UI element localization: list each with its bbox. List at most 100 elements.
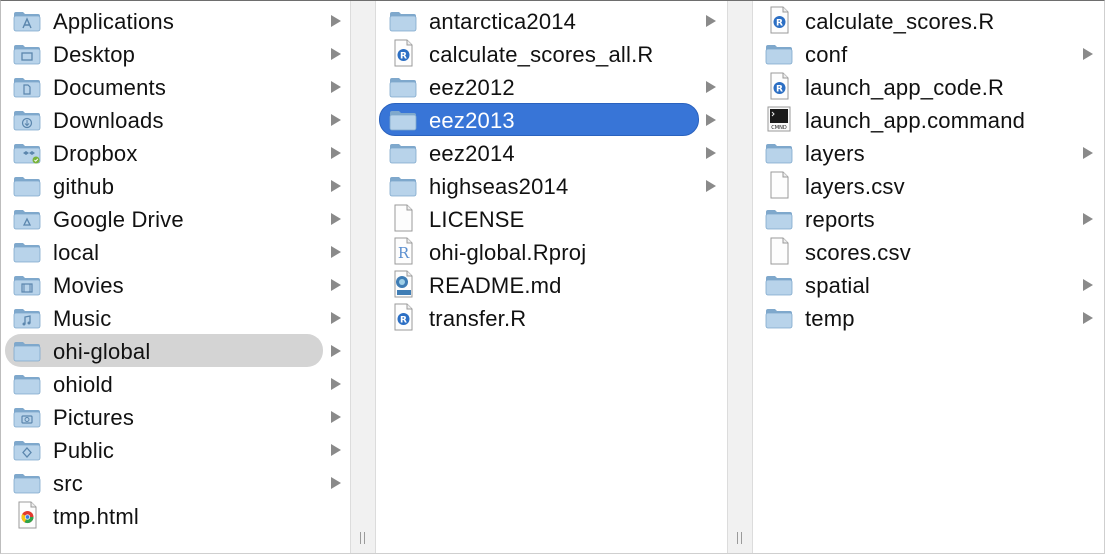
folder-item-eez2012[interactable]: eez2012 [376, 70, 727, 103]
desktop-folder-icon [13, 43, 41, 65]
item-label: ohi-global [53, 339, 151, 364]
folder-item-src[interactable]: src [1, 466, 350, 499]
disclosure-arrow-icon [331, 246, 341, 258]
item-label: launch_app.command [805, 108, 1026, 133]
folder-icon [13, 340, 41, 362]
disclosure-arrow-icon [331, 15, 341, 27]
folder-icon [13, 373, 41, 395]
item-label: src [53, 471, 83, 496]
folder-icon [13, 472, 41, 494]
dropbox-folder-icon [13, 142, 41, 164]
item-label: scores.csv [805, 240, 911, 265]
document-file-icon [765, 237, 793, 265]
terminal-command-file-icon: CMND [765, 106, 793, 132]
file-item-calculate-scores-r[interactable]: Rcalculate_scores.R [753, 4, 1104, 37]
item-label: transfer.R [429, 306, 527, 331]
svg-text:R: R [400, 52, 407, 62]
disclosure-arrow-icon [331, 279, 341, 291]
folder-icon [765, 307, 793, 329]
disclosure-arrow-icon [331, 48, 341, 60]
chrome-html-file-icon [13, 501, 41, 529]
folder-icon [765, 43, 793, 65]
grip-icon [736, 532, 744, 546]
disclosure-arrow-icon [1083, 312, 1093, 324]
item-label: temp [805, 306, 855, 331]
folder-item-downloads[interactable]: Downloads [1, 103, 350, 136]
document-file-icon [765, 171, 793, 199]
item-label: LICENSE [429, 207, 525, 232]
folder-item-temp[interactable]: temp [753, 301, 1104, 334]
file-item-ohi-global-rproj[interactable]: Rohi-global.Rproj [376, 235, 727, 268]
folder-icon [765, 208, 793, 230]
disclosure-arrow-icon [331, 81, 341, 93]
folder-item-spatial[interactable]: spatial [753, 268, 1104, 301]
folder-icon [389, 76, 417, 98]
folder-icon [765, 142, 793, 164]
folder-item-highseas2014[interactable]: highseas2014 [376, 169, 727, 202]
disclosure-arrow-icon [331, 213, 341, 225]
folder-item-conf[interactable]: conf [753, 37, 1104, 70]
r-script-file-icon: R [765, 6, 793, 34]
disclosure-arrow-icon [706, 180, 716, 192]
folder-item-music[interactable]: Music [1, 301, 350, 334]
file-item-launch-app-command[interactable]: CMND launch_app.command [753, 103, 1104, 136]
disclosure-arrow-icon [331, 147, 341, 159]
item-label: eez2014 [429, 141, 515, 166]
svg-text:R: R [776, 85, 783, 95]
disclosure-arrow-icon [331, 444, 341, 456]
folder-item-reports[interactable]: reports [753, 202, 1104, 235]
folder-item-public[interactable]: Public [1, 433, 350, 466]
disclosure-arrow-icon [331, 180, 341, 192]
folder-icon [389, 10, 417, 32]
column-ohi-global[interactable]: antarctica2014 Rcalculate_scores_all.R eez… [376, 1, 727, 553]
file-item-license[interactable]: LICENSE [376, 202, 727, 235]
folder-item-antarctica2014[interactable]: antarctica2014 [376, 4, 727, 37]
folder-icon [389, 142, 417, 164]
downloads-folder-icon [13, 109, 41, 131]
document-file-icon [389, 204, 417, 232]
folder-item-movies[interactable]: Movies [1, 268, 350, 301]
folder-item-github[interactable]: github [1, 169, 350, 202]
item-label: tmp.html [53, 504, 139, 529]
item-label: layers.csv [805, 174, 905, 199]
folder-item-pictures[interactable]: Pictures [1, 400, 350, 433]
file-item-readme-md[interactable]: README.md [376, 268, 727, 301]
file-item-layers-csv[interactable]: layers.csv [753, 169, 1104, 202]
file-item-tmp-html[interactable]: tmp.html [1, 499, 350, 532]
folder-item-ohiold[interactable]: ohiold [1, 367, 350, 400]
rproj-file-icon: R [389, 237, 417, 265]
item-label: Dropbox [53, 141, 138, 166]
folder-item-google-drive[interactable]: Google Drive [1, 202, 350, 235]
folder-item-ohi-global[interactable]: ohi-global [1, 334, 350, 367]
pictures-folder-icon [13, 406, 41, 428]
item-label: Music [53, 306, 112, 331]
svg-text:CMND: CMND [771, 125, 787, 131]
folder-item-desktop[interactable]: Desktop [1, 37, 350, 70]
column-resize-handle[interactable] [350, 1, 376, 553]
folder-item-layers[interactable]: layers [753, 136, 1104, 169]
svg-text:R: R [776, 19, 783, 29]
file-item-calculate-scores-all-r[interactable]: Rcalculate_scores_all.R [376, 37, 727, 70]
item-label: conf [805, 42, 848, 67]
folder-item-documents[interactable]: Documents [1, 70, 350, 103]
folder-item-eez2013[interactable]: eez2013 [376, 103, 727, 136]
svg-text:R: R [400, 316, 407, 326]
disclosure-arrow-icon [1083, 147, 1093, 159]
disclosure-arrow-icon [706, 81, 716, 93]
disclosure-arrow-icon [1083, 213, 1093, 225]
file-item-transfer-r[interactable]: Rtransfer.R [376, 301, 727, 334]
column-eez2013[interactable]: Rcalculate_scores.Rconf Rlaunch_app_code.… [753, 1, 1104, 553]
folder-item-dropbox[interactable]: Dropbox [1, 136, 350, 169]
folder-item-applications[interactable]: Applications [1, 4, 350, 37]
selection-highlight [379, 103, 699, 136]
svg-text:R: R [398, 244, 410, 262]
file-item-launch-app-code-r[interactable]: Rlaunch_app_code.R [753, 70, 1104, 103]
file-item-scores-csv[interactable]: scores.csv [753, 235, 1104, 268]
column-resize-handle[interactable] [727, 1, 753, 553]
column-home[interactable]: Applications Desktop Documents Downloads Dro… [1, 1, 350, 553]
folder-item-local[interactable]: local [1, 235, 350, 268]
item-label: spatial [805, 273, 870, 298]
disclosure-arrow-icon [706, 15, 716, 27]
movies-folder-icon [13, 274, 41, 296]
folder-item-eez2014[interactable]: eez2014 [376, 136, 727, 169]
